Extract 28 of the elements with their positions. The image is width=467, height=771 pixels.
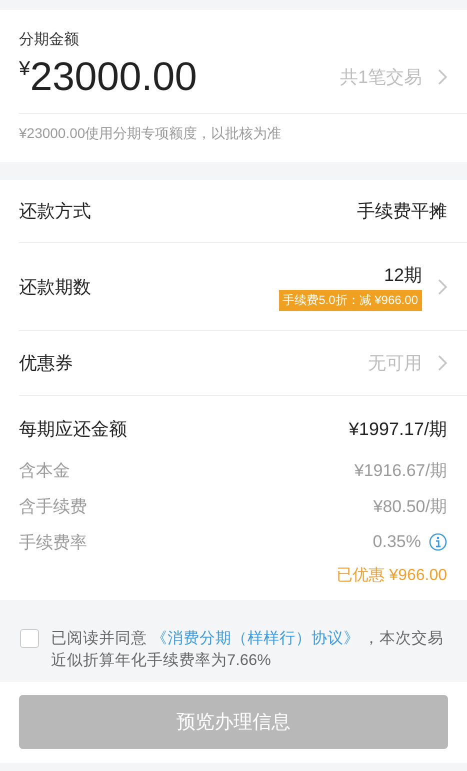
repay-label: 每期应还金额 <box>19 418 127 441</box>
option-row[interactable]: 还款期数 12期 手续费5.0折：减 ¥966.00 <box>19 243 467 331</box>
currency-sign: ¥ <box>19 58 30 81</box>
option-value: 无可用 <box>368 352 422 375</box>
saved-amount: 已优惠 ¥966.00 <box>336 567 447 584</box>
option-label: 优惠券 <box>19 352 73 375</box>
discount-badge: 手续费5.0折：减 ¥966.00 <box>278 290 422 310</box>
option-row[interactable]: 还款方式 手续费平摊 <box>19 180 467 243</box>
option-value: 12期 <box>384 264 422 286</box>
repay-value: ¥1997.17/期 <box>348 418 447 441</box>
agreement-text: 已阅读并同意 《消费分期（样样行）协议》 ，本次交易近似折算年化手续费率为7.66% <box>51 629 445 671</box>
agree-checkbox[interactable] <box>20 629 39 648</box>
detail-value: ¥80.50/期 <box>373 496 447 518</box>
info-icon[interactable] <box>429 533 447 551</box>
amount-value: 23000.00 <box>30 54 197 100</box>
option-value: 手续费平摊 <box>357 200 447 223</box>
detail-value: ¥1916.67/期 <box>354 460 447 482</box>
detail-value: 0.35% <box>372 532 421 552</box>
chevron-icon <box>438 69 447 85</box>
quota-note: ¥23000.00使用分期专项额度，以批核为准 <box>19 124 282 143</box>
chevron-icon <box>438 278 447 294</box>
chevron-icon <box>438 355 447 371</box>
detail-label: 含本金 <box>19 460 70 482</box>
detail-label: 手续费率 <box>19 532 87 554</box>
amount-label: 分期金额 <box>19 30 79 49</box>
option-label: 还款期数 <box>19 276 91 298</box>
option-label: 还款方式 <box>19 200 91 223</box>
detail-label: 含手续费 <box>19 496 87 518</box>
